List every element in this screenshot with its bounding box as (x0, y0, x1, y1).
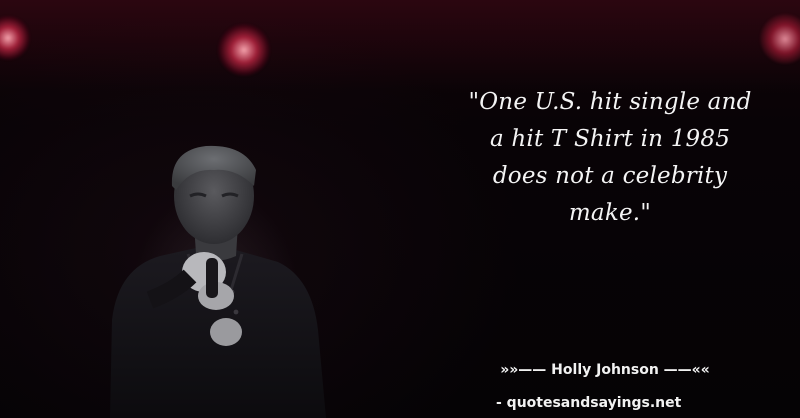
quote-author: »»—— Holly Johnson ——«« (500, 362, 710, 378)
quote-line: make." (568, 200, 652, 226)
microphone (206, 258, 218, 298)
quote-line: "One U.S. hit single and (468, 89, 752, 115)
source-watermark: - quotesandsayings.net (496, 395, 682, 411)
quote-card: "One U.S. hit single and a hit T Shirt in… (0, 0, 800, 418)
quote-text: "One U.S. hit single and a hit T Shirt in… (420, 84, 800, 232)
quote-line: does not a celebrity (492, 163, 728, 189)
quote-line: a hit T Shirt in 1985 (489, 126, 731, 152)
